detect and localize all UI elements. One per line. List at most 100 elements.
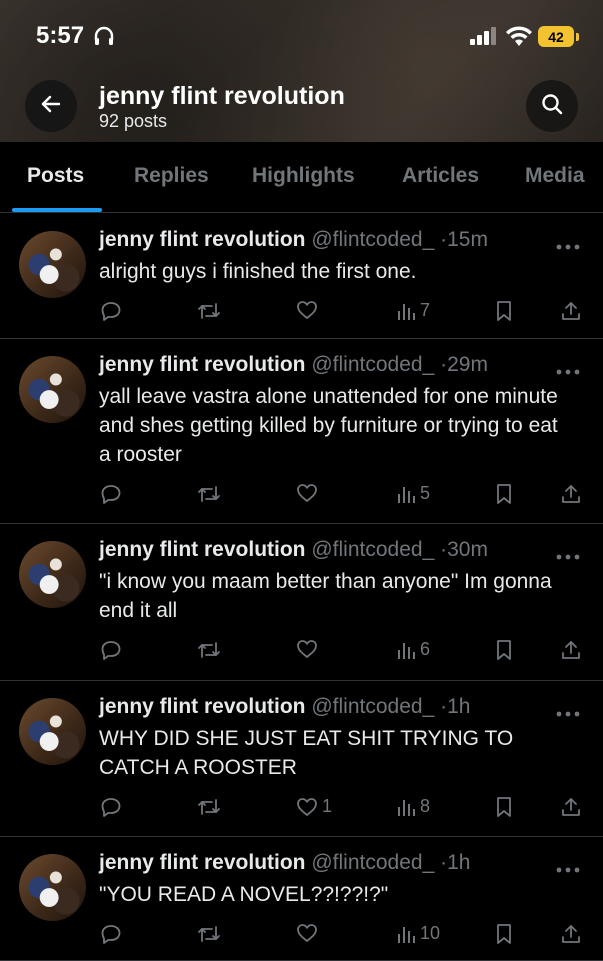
active-tab-indicator [12,208,102,212]
tab-media[interactable]: Media [525,164,585,188]
views-button[interactable]: 5 [396,483,430,504]
battery-level: 42 [538,26,574,47]
like-button[interactable]: 1 [296,796,332,817]
headphones-icon [93,25,115,52]
bookmark-button[interactable] [495,923,513,945]
wifi-icon [506,24,532,51]
avatar[interactable] [19,231,86,298]
share-button[interactable] [560,639,582,661]
repost-icon [197,300,221,322]
repost-button[interactable] [197,300,221,322]
post-actions: 5 [0,483,603,507]
post[interactable]: jenny flint revolution @flintcoded_ ·1h … [0,680,603,837]
post-age: 1h [447,695,471,718]
post-text: "YOU READ A NOVEL??!??!?" [99,883,389,906]
bookmark-button[interactable] [495,483,513,505]
share-button[interactable] [560,796,582,818]
share-icon [560,483,582,505]
like-button[interactable] [296,639,322,659]
post-count: 92 posts [99,111,168,131]
views-icon [396,797,416,817]
avatar[interactable] [19,698,86,765]
profile-tabs: Posts Replies Highlights Articles Media [0,142,603,213]
reply-icon [100,639,122,661]
reply-button[interactable] [100,639,122,661]
repost-icon [197,483,221,505]
post-handle[interactable]: @flintcoded_ [311,695,434,718]
repost-button[interactable] [197,639,221,661]
post-header: jenny flint revolution @flintcoded_ ·1h [99,851,470,875]
bookmark-icon [495,923,513,945]
like-button[interactable] [296,483,322,503]
avatar[interactable] [19,541,86,608]
repost-button[interactable] [197,923,221,945]
post-author[interactable]: jenny flint revolution [99,851,306,874]
more-icon[interactable] [555,363,581,381]
tab-articles[interactable]: Articles [402,164,479,188]
repost-button[interactable] [197,796,221,818]
views-button[interactable]: 10 [396,923,440,944]
post-handle[interactable]: @flintcoded_ [311,353,434,376]
more-icon[interactable] [555,238,581,256]
post-handle[interactable]: @flintcoded_ [311,228,434,251]
reply-icon [100,483,122,505]
tab-highlights[interactable]: Highlights [252,164,355,188]
post-text: yall leave vastra alone unattended for o… [99,385,558,466]
post-author[interactable]: jenny flint revolution [99,538,306,561]
bookmark-button[interactable] [495,300,513,322]
share-button[interactable] [560,300,582,322]
post[interactable]: jenny flint revolution @flintcoded_ ·1h … [0,836,603,961]
bookmark-button[interactable] [495,796,513,818]
tab-replies[interactable]: Replies [134,164,209,188]
post[interactable]: jenny flint revolution @flintcoded_ ·30m… [0,523,603,681]
avatar[interactable] [19,854,86,921]
avatar[interactable] [19,356,86,423]
like-button[interactable] [296,300,322,320]
post-author[interactable]: jenny flint revolution [99,695,306,718]
reply-button[interactable] [100,300,122,322]
post-age: 30m [447,538,488,561]
like-count: 1 [322,796,333,816]
post-actions: 7 [0,300,603,324]
post-author[interactable]: jenny flint revolution [99,353,306,376]
bookmark-icon [495,639,513,661]
status-time: 5:57 [36,22,85,49]
cellular-signal-icon [470,27,498,50]
share-button[interactable] [560,483,582,505]
share-button[interactable] [560,923,582,945]
post[interactable]: jenny flint revolution @flintcoded_ ·15m… [0,213,603,339]
post-handle[interactable]: @flintcoded_ [311,851,434,874]
views-button[interactable]: 8 [396,796,430,817]
share-icon [560,796,582,818]
tab-posts[interactable]: Posts [27,164,84,188]
view-count: 7 [420,300,431,320]
view-count: 5 [420,483,431,503]
reply-icon [100,300,122,322]
reply-button[interactable] [100,923,122,945]
post[interactable]: jenny flint revolution @flintcoded_ ·29m… [0,338,603,524]
battery-tip [576,33,579,41]
profile-name: jenny flint revolution [99,82,345,110]
post-author[interactable]: jenny flint revolution [99,228,306,251]
bookmark-button[interactable] [495,639,513,661]
like-button[interactable] [296,923,322,943]
post-age: 29m [447,353,488,376]
heart-icon [296,923,318,943]
reply-button[interactable] [100,796,122,818]
share-icon [560,300,582,322]
post-handle[interactable]: @flintcoded_ [311,538,434,561]
bookmark-icon [495,483,513,505]
search-button[interactable] [526,80,578,132]
views-button[interactable]: 7 [396,300,430,321]
repost-icon [197,639,221,661]
back-button[interactable] [25,80,77,132]
repost-button[interactable] [197,483,221,505]
post-age: 15m [447,228,488,251]
views-button[interactable]: 6 [396,639,430,660]
view-count: 6 [420,639,431,659]
search-icon [540,92,564,121]
more-icon[interactable] [555,548,581,566]
more-icon[interactable] [555,861,581,879]
more-icon[interactable] [555,705,581,723]
reply-button[interactable] [100,483,122,505]
